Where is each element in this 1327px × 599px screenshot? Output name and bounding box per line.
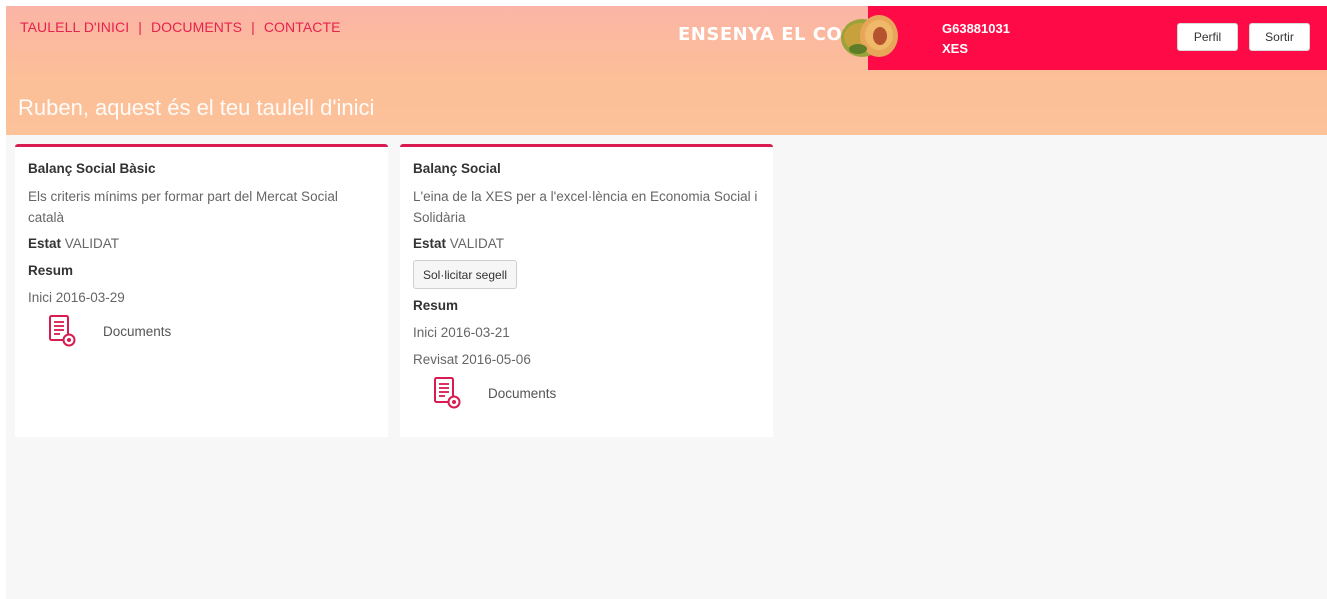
logout-button[interactable]: Sortir bbox=[1249, 23, 1310, 51]
nav-item-home[interactable]: TAULELL D'INICI bbox=[20, 19, 129, 35]
user-id: G63881031 bbox=[942, 21, 1010, 36]
card-balanc-social: Balanç Social L'eina de la XES per a l'e… bbox=[400, 144, 773, 437]
card-description: Els criteris mínims per formar part del … bbox=[28, 189, 338, 225]
reviewed-date: Revisat 2016-05-06 bbox=[413, 352, 531, 367]
status-label: Estat bbox=[28, 236, 62, 251]
status-value: VALIDAT bbox=[449, 236, 505, 251]
heart-fruit-logo-icon bbox=[841, 15, 898, 57]
document-certificate-icon bbox=[49, 315, 76, 347]
card-description: L'eina de la XES per a l'excel·lència en… bbox=[413, 189, 758, 225]
request-seal-button[interactable]: Sol·licitar segell bbox=[413, 260, 518, 289]
summary-heading: Resum bbox=[28, 263, 74, 278]
documents-link[interactable]: Documents bbox=[433, 376, 760, 410]
status-label: Estat bbox=[413, 236, 447, 251]
nav-item-contact[interactable]: CONTACTE bbox=[264, 19, 341, 35]
card-balanc-social-basic: Balanç Social Bàsic Els criteris mínims … bbox=[15, 144, 388, 437]
start-date: Inici 2016-03-21 bbox=[413, 325, 510, 340]
card-title: Balanç Social Bàsic bbox=[28, 161, 156, 176]
start-date: Inici 2016-03-29 bbox=[28, 290, 125, 305]
nav-item-documents[interactable]: DOCUMENTS bbox=[151, 19, 242, 35]
nav-separator: | bbox=[138, 19, 142, 35]
card-status: Estat VALIDAT bbox=[28, 233, 375, 254]
nav-separator: | bbox=[251, 19, 255, 35]
status-value: VALIDAT bbox=[64, 236, 120, 251]
user-org: XES bbox=[942, 41, 969, 56]
page-title: Ruben, aquest és el teu taulell d'inici bbox=[18, 95, 375, 120]
documents-label: Documents bbox=[103, 323, 172, 339]
documents-label: Documents bbox=[488, 385, 557, 401]
user-info: G63881031 XES bbox=[942, 19, 1010, 59]
document-certificate-icon bbox=[434, 377, 461, 409]
brand-title: ENSENYA EL COR bbox=[678, 24, 857, 45]
top-nav: TAULELL D'INICI | DOCUMENTS | CONTACTE bbox=[20, 19, 341, 35]
documents-link[interactable]: Documents bbox=[48, 314, 375, 348]
summary-heading: Resum bbox=[413, 298, 459, 313]
header: TAULELL D'INICI | DOCUMENTS | CONTACTE E… bbox=[6, 6, 1327, 135]
card-title: Balanç Social bbox=[413, 161, 501, 176]
profile-button[interactable]: Perfil bbox=[1177, 23, 1238, 51]
page: TAULELL D'INICI | DOCUMENTS | CONTACTE E… bbox=[6, 6, 1327, 599]
card-status: Estat VALIDAT bbox=[413, 233, 760, 254]
